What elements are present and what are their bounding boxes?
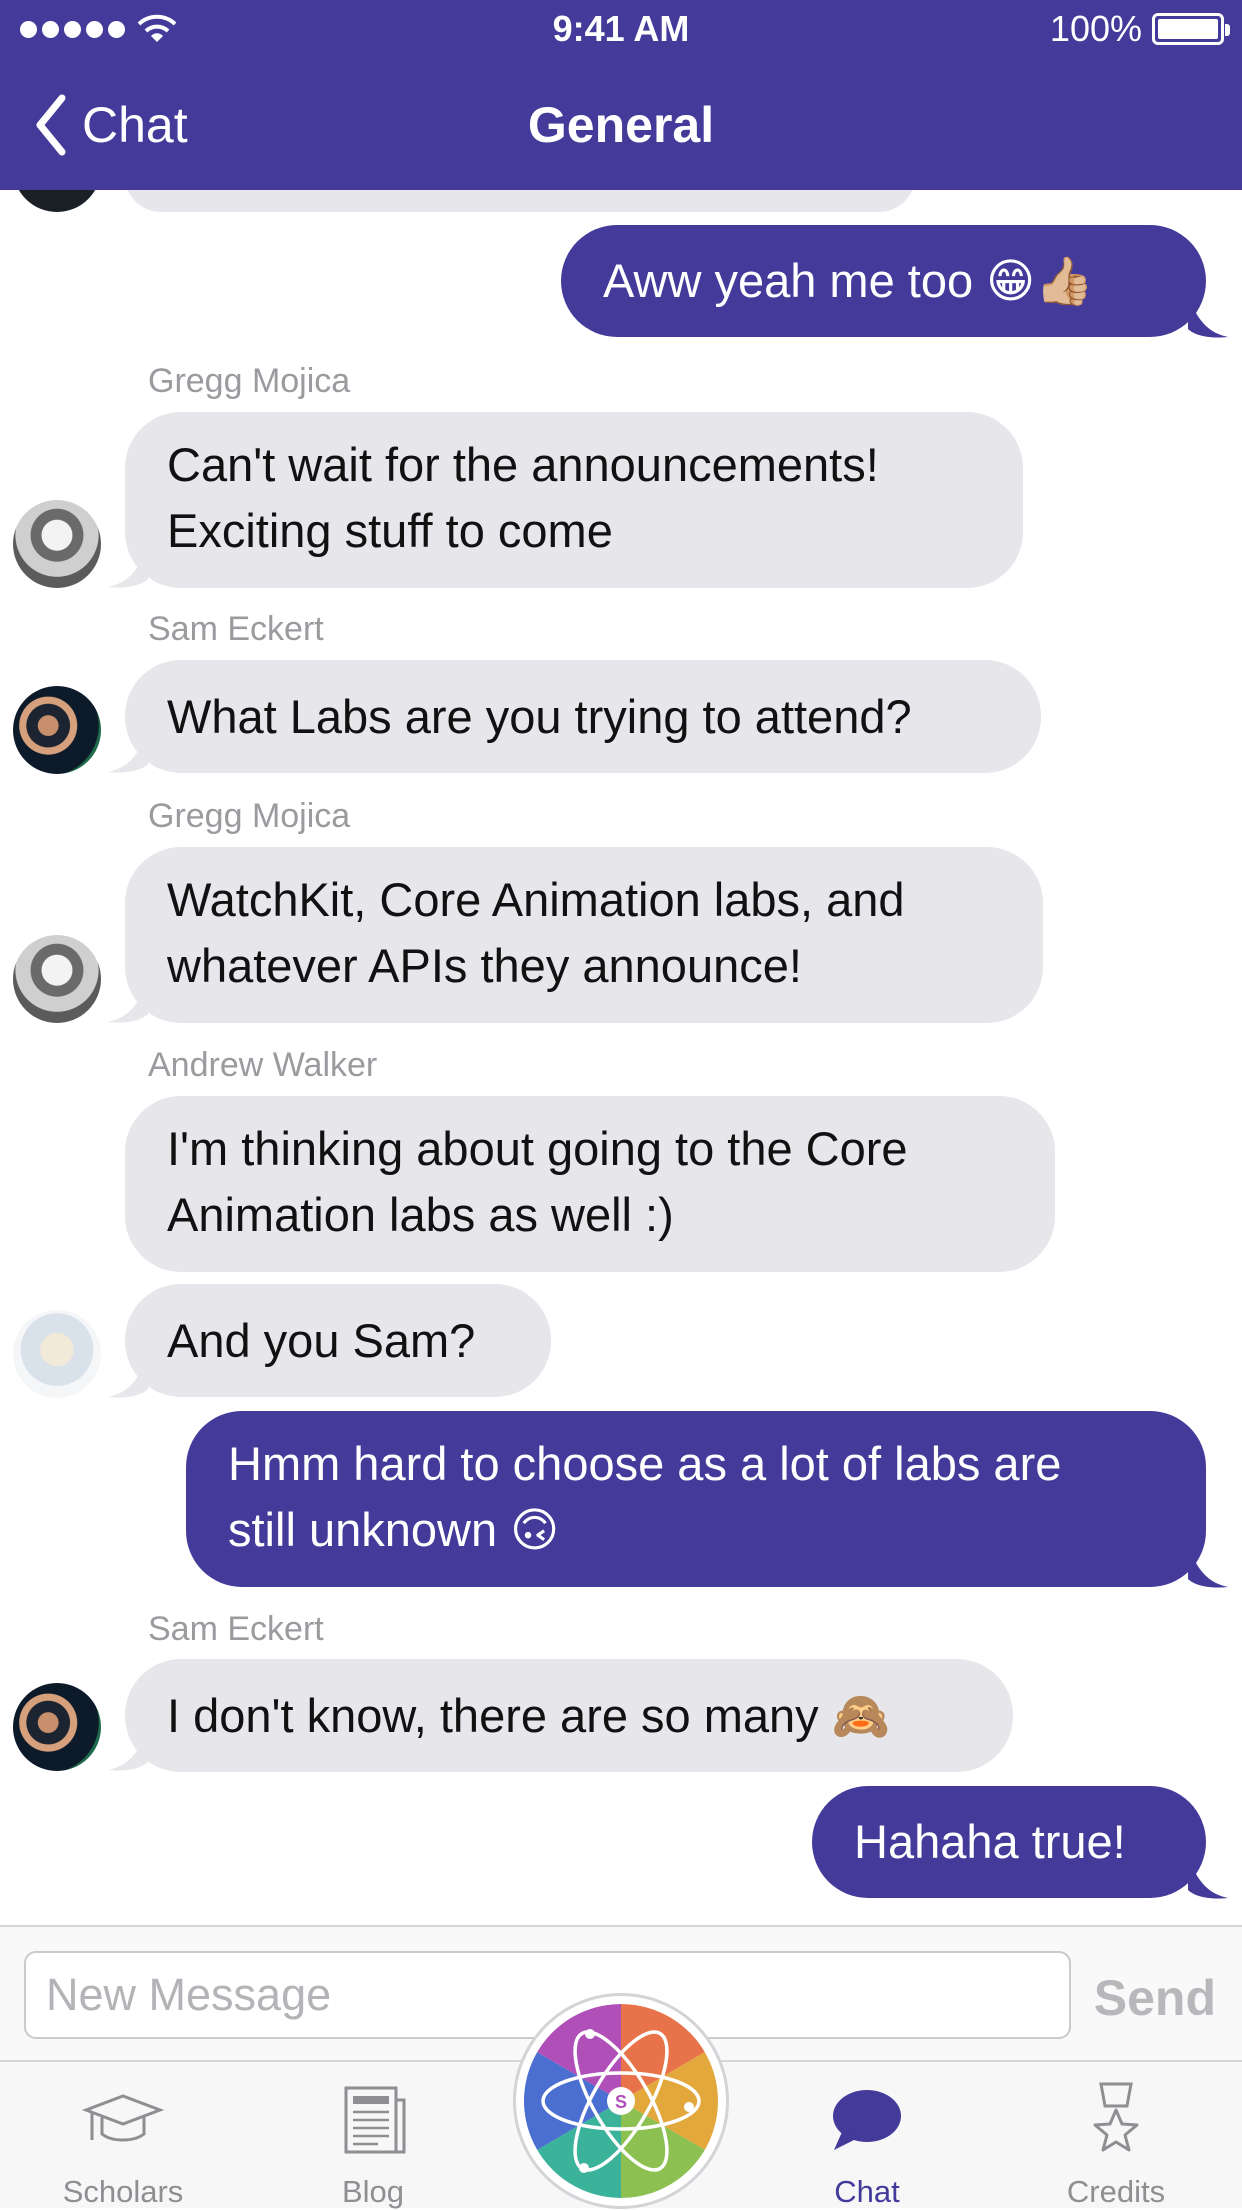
message-bubble-outgoing: Aww yeah me too 😁👍🏼 <box>561 225 1206 337</box>
center-logo-button[interactable]: S <box>513 1993 729 2209</box>
sender-name: Andrew Walker <box>148 1046 378 1084</box>
battery-percentage: 100% <box>1049 8 1142 49</box>
avatar-gregg-mojica[interactable] <box>13 935 101 1023</box>
sender-name: Gregg Mojica <box>148 797 351 835</box>
avatar-sam-eckert[interactable] <box>13 686 101 774</box>
avatar-andrew-walker[interactable] <box>13 1310 101 1398</box>
newspaper-icon <box>344 2086 406 2154</box>
send-button[interactable]: Send <box>1094 1969 1216 2027</box>
tab-label: Credits <box>1066 2174 1166 2209</box>
tab-label: Blog <box>341 2174 405 2209</box>
back-button[interactable]: Chat <box>34 94 188 156</box>
chevron-left-icon <box>36 94 66 156</box>
message-bubble-incoming: I'm thinking about going to the Core Ani… <box>125 1096 1055 1272</box>
message-bubble-incoming: I don't know, there are so many 🙈 <box>125 1659 1013 1772</box>
medal-star-icon <box>1093 2082 1139 2152</box>
tab-blog[interactable]: Blog <box>273 2062 473 2210</box>
graduation-cap-icon <box>81 2094 165 2142</box>
tab-label: Scholars <box>62 2174 184 2209</box>
battery-icon <box>1152 13 1230 45</box>
avatar-sam-eckert[interactable] <box>13 1683 101 1771</box>
message-bubble-incoming: And you Sam? <box>125 1284 551 1397</box>
tab-label: Chat <box>834 2174 900 2209</box>
bubble-tail-outgoing <box>1188 295 1228 338</box>
message-bubble-outgoing: Hmm hard to choose as a lot of labs are … <box>186 1411 1206 1587</box>
avatar-gregg-mojica[interactable] <box>13 500 101 588</box>
tab-credits[interactable]: Credits <box>1016 2062 1216 2210</box>
message-bubble-outgoing: Hahaha true! <box>812 1786 1206 1898</box>
sender-name: Gregg Mojica <box>148 362 351 400</box>
tab-scholars[interactable]: Scholars <box>23 2062 223 2210</box>
navigation-bar: 9:41 AM 100% Chat General <box>0 0 1242 190</box>
bubble-tail-outgoing <box>1188 1856 1228 1899</box>
message-bubble-incoming: Can't wait for the announcements! Exciti… <box>125 412 1023 588</box>
sender-name: Sam Eckert <box>148 1610 324 1648</box>
chat-bubble-icon <box>833 2090 901 2150</box>
message-list[interactable]: Aww yeah me too 😁👍🏼 Gregg Mojica Can't w… <box>0 0 1242 1925</box>
atom-logo-icon: S <box>524 2004 718 2198</box>
back-button-label: Chat <box>82 97 188 153</box>
status-battery: 100% <box>1049 8 1230 50</box>
bubble-tail-outgoing <box>1188 1545 1228 1588</box>
message-bubble-incoming: WatchKit, Core Animation labs, and whate… <box>125 847 1043 1023</box>
message-bubble-incoming: What Labs are you trying to attend? <box>125 660 1041 773</box>
logo-letter: S <box>615 2092 627 2112</box>
sender-name: Sam Eckert <box>148 610 324 648</box>
tab-chat[interactable]: Chat <box>767 2062 967 2210</box>
